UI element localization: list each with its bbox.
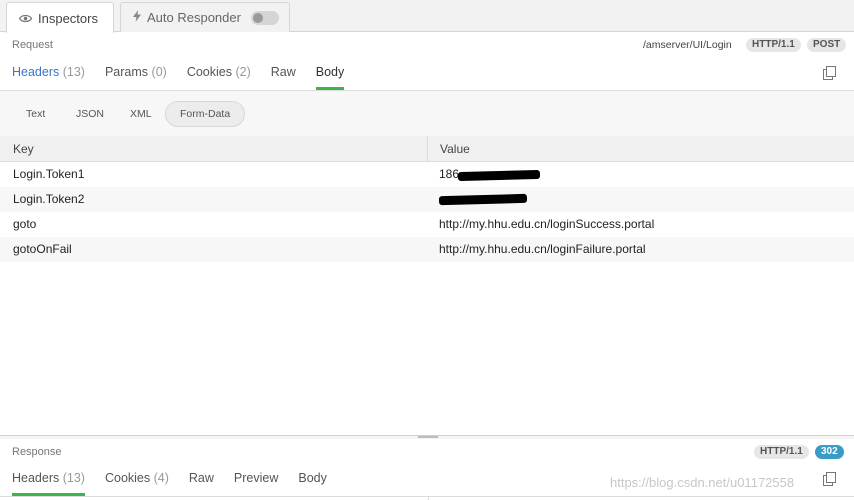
- request-subtabs: Headers (13) Params (0) Cookies (2) Raw …: [12, 62, 364, 90]
- request-tab-raw[interactable]: Raw: [271, 62, 296, 90]
- format-form-data[interactable]: Form-Data: [165, 101, 246, 127]
- response-tab-cookies-label: Cookies: [104, 471, 151, 485]
- table-row[interactable]: Login.Token1 186: [0, 162, 854, 187]
- request-url: /amserver/UI/Login: [643, 39, 732, 51]
- form-data-table: Key Value Login.Token1 186 Login.Token2 …: [0, 136, 854, 262]
- response-tab-cookies-count: (4): [153, 471, 169, 485]
- format-json[interactable]: JSON: [62, 101, 118, 127]
- response-tab-raw-label: Raw: [188, 471, 214, 485]
- tab-auto-responder-label: Auto Responder: [147, 10, 241, 25]
- redaction-mark: [438, 193, 528, 206]
- response-tab-headers-label: Headers: [12, 471, 60, 485]
- lightning-icon: [133, 10, 141, 25]
- response-tab-headers[interactable]: Headers (13): [12, 468, 85, 496]
- response-tab-preview[interactable]: Preview: [234, 468, 278, 496]
- request-tab-headers-count: (13): [62, 65, 85, 79]
- response-tab-cookies[interactable]: Cookies (4): [105, 468, 169, 496]
- response-divider: [0, 496, 854, 497]
- splitter-grip-icon[interactable]: [418, 436, 438, 438]
- value-column-header[interactable]: Value: [428, 136, 470, 161]
- response-tab-body[interactable]: Body: [298, 468, 327, 496]
- format-text[interactable]: Text: [12, 101, 59, 127]
- row-key: Login.Token2: [13, 192, 85, 206]
- request-tab-cookies-label: Cookies: [186, 65, 232, 79]
- row-value: http://my.hhu.edu.cn/loginFailure.portal: [439, 242, 646, 256]
- tab-inspectors-label: Inspectors: [38, 10, 98, 26]
- request-http-version-badge: HTTP/1.1: [746, 38, 801, 52]
- tab-inspectors[interactable]: Inspectors: [6, 2, 114, 33]
- row-value-text: 186: [439, 167, 460, 181]
- eye-icon: [18, 11, 33, 26]
- request-method-badge: POST: [807, 38, 847, 52]
- copy-icon[interactable]: [823, 472, 836, 486]
- table-row[interactable]: Login.Token2: [0, 187, 854, 212]
- body-format-bar: Text JSON XML Form-Data: [0, 90, 854, 136]
- key-column-header[interactable]: Key: [0, 136, 428, 161]
- watermark-text: https://blog.csdn.net/u01172558: [610, 475, 795, 490]
- response-http-version-badge: HTTP/1.1: [754, 445, 809, 459]
- request-tab-headers-label: Headers: [12, 65, 60, 79]
- response-tab-body-label: Body: [298, 471, 327, 485]
- format-xml[interactable]: XML: [116, 101, 166, 127]
- request-tab-params-count: (0): [151, 65, 167, 79]
- request-tab-body[interactable]: Body: [315, 62, 345, 90]
- request-tab-params[interactable]: Params (0): [105, 62, 167, 90]
- response-status-badge: 302: [815, 445, 844, 459]
- row-key: gotoOnFail: [13, 242, 72, 256]
- column-divider: [428, 496, 429, 500]
- request-tab-params-label: Params: [104, 65, 149, 79]
- row-value: 186: [428, 162, 541, 187]
- row-value: [428, 187, 528, 212]
- request-tab-headers[interactable]: Headers (13): [12, 62, 85, 90]
- tab-auto-responder[interactable]: Auto Responder: [120, 2, 290, 32]
- copy-icon[interactable]: [823, 66, 836, 80]
- response-tab-headers-count: (13): [62, 471, 85, 485]
- row-key: Login.Token1: [13, 167, 85, 181]
- request-tab-body-label: Body: [315, 65, 345, 79]
- request-section-title: Request: [12, 39, 53, 51]
- response-subtabs: Headers (13) Cookies (4) Raw Preview Bod…: [12, 468, 347, 496]
- request-tab-raw-label: Raw: [270, 65, 296, 79]
- response-section-title: Response: [12, 446, 62, 458]
- table-row[interactable]: goto http://my.hhu.edu.cn/loginSuccess.p…: [0, 212, 854, 237]
- redaction-mark: [457, 169, 541, 182]
- auto-responder-toggle[interactable]: [250, 10, 279, 25]
- table-header: Key Value: [0, 136, 854, 162]
- response-tab-preview-label: Preview: [233, 471, 279, 485]
- table-row[interactable]: gotoOnFail http://my.hhu.edu.cn/loginFai…: [0, 237, 854, 262]
- request-tab-cookies-count: (2): [235, 65, 251, 79]
- row-value: http://my.hhu.edu.cn/loginSuccess.portal: [439, 217, 655, 231]
- row-key: goto: [13, 217, 37, 231]
- response-tab-raw[interactable]: Raw: [189, 468, 214, 496]
- request-tab-cookies[interactable]: Cookies (2): [187, 62, 251, 90]
